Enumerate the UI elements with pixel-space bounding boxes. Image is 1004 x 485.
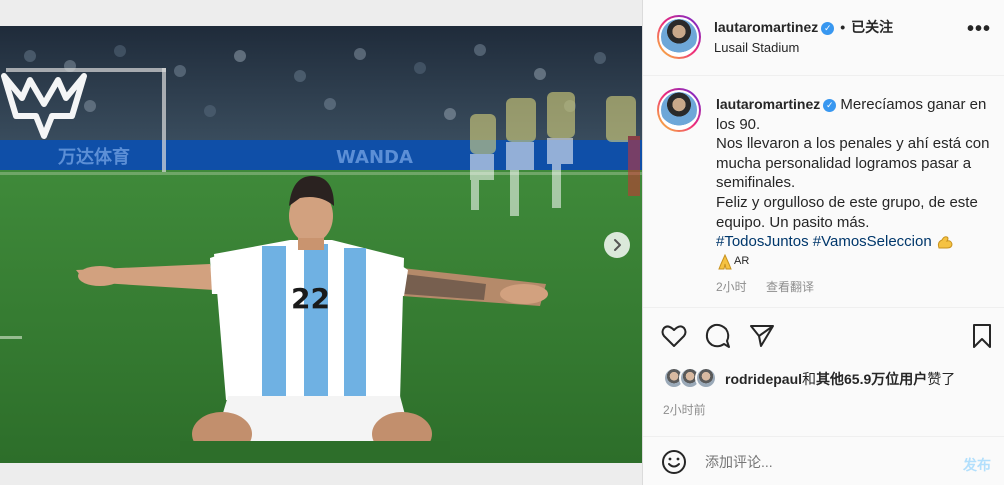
post-caption: lautaromartinez ✓ Merecíamos ganar en los… bbox=[643, 76, 1004, 308]
emoji-icon[interactable] bbox=[661, 449, 687, 475]
author-avatar[interactable] bbox=[657, 15, 701, 59]
banner-text-left: 万达体育 bbox=[57, 146, 130, 168]
hashtag-link[interactable]: #TodosJuntos bbox=[716, 233, 809, 250]
verified-badge-icon: ✓ bbox=[821, 21, 835, 35]
stadium-photo: 万达体育 WANDA 22 bbox=[0, 26, 642, 463]
liker-username[interactable]: rodridepaul bbox=[725, 371, 802, 387]
author-username[interactable]: lautaromartinez bbox=[714, 19, 818, 35]
caption-line: Nos llevaron a los penales y ahí está co… bbox=[716, 135, 990, 192]
see-translation-link[interactable]: 查看翻译 bbox=[766, 280, 814, 294]
flexed-biceps-icon bbox=[937, 236, 953, 249]
header-author-row: lautaromartinez ✓ • 已关注 bbox=[714, 17, 893, 37]
post-comment-button[interactable]: 发布 bbox=[963, 455, 991, 475]
post-actions-bar bbox=[643, 310, 1004, 360]
caption-time: 2小时 bbox=[716, 280, 747, 294]
folded-hands-icon bbox=[718, 253, 732, 270]
watermark-logo bbox=[0, 70, 88, 146]
banner-text-right: WANDA bbox=[336, 147, 413, 168]
post-timestamp[interactable]: 2小时前 bbox=[663, 401, 706, 418]
window-top-margin bbox=[0, 0, 642, 26]
caption-author-avatar[interactable] bbox=[657, 88, 701, 132]
more-options-icon[interactable]: ••• bbox=[967, 18, 991, 41]
caption-username[interactable]: lautaromartinez bbox=[716, 96, 820, 112]
likes-others-count[interactable]: 其他65.9万位用户 bbox=[816, 369, 927, 389]
carousel-next-button[interactable] bbox=[604, 232, 630, 258]
separator-dot: • bbox=[840, 19, 846, 35]
bookmark-icon[interactable] bbox=[968, 322, 996, 350]
post-photo[interactable]: 万达体育 WANDA 22 bbox=[0, 26, 642, 463]
comment-icon[interactable] bbox=[704, 322, 732, 350]
likes-suffix: 赞了 bbox=[927, 371, 956, 387]
flag-label: AR bbox=[734, 254, 750, 267]
caption-text: lautaromartinez ✓ Merecíamos ganar en los… bbox=[716, 95, 996, 272]
chevron-right-icon bbox=[614, 239, 621, 251]
window-bottom-margin bbox=[0, 463, 642, 485]
post-header: lautaromartinez ✓ • 已关注 Lusail Stadium ••• bbox=[643, 0, 1004, 76]
likes-connector: 和 bbox=[802, 371, 817, 387]
hashtag-link[interactable]: #VamosSeleccion bbox=[813, 233, 932, 250]
caption-meta: 2小时 查看翻译 bbox=[716, 278, 830, 295]
comment-composer: 发布 bbox=[643, 436, 1004, 485]
liker-avatar bbox=[695, 367, 717, 389]
follow-status-button[interactable]: 已关注 bbox=[851, 19, 893, 35]
share-icon[interactable] bbox=[748, 322, 776, 350]
caption-line: Feliz y orgulloso de este grupo, de este… bbox=[716, 193, 978, 231]
post-side-panel: lautaromartinez ✓ • 已关注 Lusail Stadium ••• … bbox=[642, 0, 1004, 485]
verified-badge-icon: ✓ bbox=[823, 98, 837, 112]
jersey-number: 22 bbox=[291, 282, 330, 315]
liker-avatars bbox=[663, 367, 719, 391]
comment-input[interactable] bbox=[705, 451, 935, 473]
post-location[interactable]: Lusail Stadium bbox=[714, 40, 799, 55]
heart-icon[interactable] bbox=[660, 322, 688, 350]
likes-summary[interactable]: rodridepaul 和其他65.9万位用户 赞了 bbox=[663, 366, 955, 392]
